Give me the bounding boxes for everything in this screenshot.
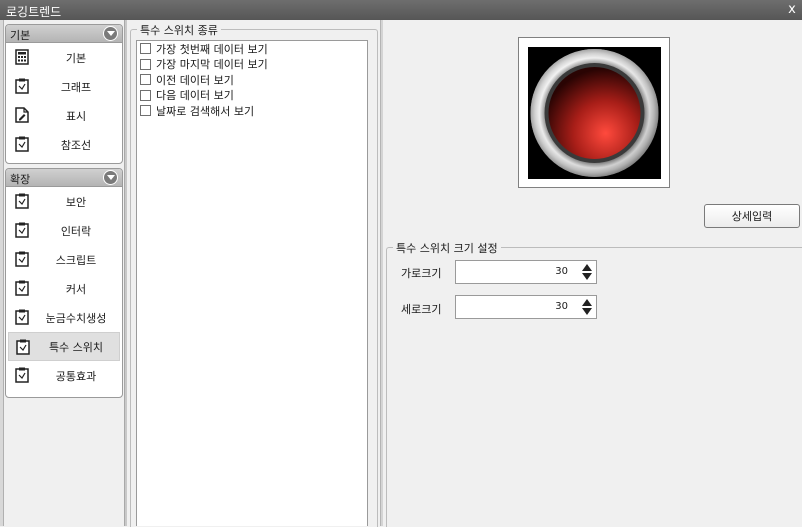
clipboard-icon [15, 251, 29, 267]
switch-type-list[interactable]: 가장 첫번째 데이터 보기 가장 마지막 데이터 보기 이전 데이터 보기 다음… [136, 40, 368, 526]
option-first-data[interactable]: 가장 첫번째 데이터 보기 [137, 41, 367, 57]
sidebar-item-basic[interactable]: 기본 [8, 43, 120, 72]
panel-splitter[interactable] [380, 20, 383, 526]
clipboard-icon [16, 339, 30, 355]
clipboard-icon [15, 136, 29, 152]
switch-size-legend: 특수 스위치 크기 설정 [393, 240, 501, 256]
sidebar-item-script[interactable]: 스크립트 [8, 245, 120, 274]
round-switch-button-icon [530, 49, 659, 177]
checkbox[interactable] [140, 58, 151, 70]
calculator-icon [15, 49, 29, 65]
clipboard-icon [15, 78, 29, 94]
sidebar-item-cursor[interactable]: 커서 [8, 274, 120, 303]
spin-up-icon[interactable] [581, 263, 593, 272]
checkbox[interactable] [140, 74, 151, 86]
sidebar-item-interlock[interactable]: 인터락 [8, 216, 120, 245]
option-last-data[interactable]: 가장 마지막 데이터 보기 [137, 57, 367, 73]
width-spinner[interactable]: 30 [455, 260, 597, 284]
checkbox[interactable] [140, 89, 151, 101]
sidebar-group-basic: 기본 기본 그래프 표시 참조선 [5, 24, 123, 164]
height-spinner[interactable]: 30 [455, 295, 597, 319]
spin-down-icon[interactable] [581, 307, 593, 316]
switch-type-legend: 특수 스위치 종류 [137, 22, 221, 38]
sidebar-item-graph[interactable]: 그래프 [8, 72, 120, 101]
height-value: 30 [555, 301, 568, 312]
sidebar-item-special-switch[interactable]: 특수 스위치 [8, 332, 120, 361]
width-label: 가로크기 [401, 267, 442, 280]
option-label: 다음 데이터 보기 [156, 89, 234, 103]
checkbox[interactable] [140, 105, 151, 117]
sidebar-item-label: 특수 스위치 [48, 340, 104, 354]
height-spin-buttons [581, 298, 593, 316]
switch-preview-canvas [528, 47, 661, 179]
option-label: 가장 마지막 데이터 보기 [156, 58, 268, 72]
sidebar-item-label: 참조선 [60, 138, 92, 152]
sidebar-group-title: 기본 [10, 29, 31, 42]
sidebar-group-header[interactable]: 기본 [6, 25, 122, 43]
spin-down-icon[interactable] [581, 272, 593, 281]
sidebar-item-common-effect[interactable]: 공통효과 [8, 361, 120, 390]
sidebar-item-label: 기본 [65, 51, 87, 65]
option-search-by-date[interactable]: 날짜로 검색해서 보기 [137, 103, 367, 119]
sidebar-item-label: 그래프 [60, 80, 92, 94]
option-label: 이전 데이터 보기 [156, 73, 234, 87]
option-next-data[interactable]: 다음 데이터 보기 [137, 88, 367, 104]
sidebar-item-display[interactable]: 표시 [8, 101, 120, 130]
sidebar-group-header[interactable]: 확장 [6, 169, 122, 187]
sidebar-item-reference-line[interactable]: 참조선 [8, 130, 120, 159]
switch-size-group: 특수 스위치 크기 설정 가로크기 30 세로크기 30 [386, 240, 802, 527]
close-button[interactable]: x [782, 0, 802, 20]
sidebar-item-label: 표시 [65, 109, 87, 123]
document-edit-icon [15, 107, 29, 123]
window-title-bar: 로깅트렌드 x [0, 0, 802, 20]
clipboard-icon [15, 309, 29, 325]
sidebar-item-security[interactable]: 보안 [8, 187, 120, 216]
spin-up-icon[interactable] [581, 298, 593, 307]
sidebar-group-extended: 확장 보안 인터락 스크립트 커서 눈금수치생성 특수 스위치 공통효과 [5, 168, 123, 398]
option-label: 날짜로 검색해서 보기 [156, 104, 255, 118]
sidebar-group-title: 확장 [10, 173, 31, 186]
sidebar-item-label: 커서 [65, 282, 87, 296]
detail-input-button[interactable]: 상세입력 [704, 204, 800, 228]
switch-preview [518, 37, 670, 188]
height-label: 세로크기 [401, 303, 442, 316]
width-value: 30 [555, 266, 568, 277]
sidebar-item-label: 눈금수치생성 [45, 311, 107, 325]
collapse-icon[interactable] [103, 170, 118, 185]
checkbox[interactable] [140, 43, 151, 55]
collapse-icon[interactable] [103, 26, 118, 41]
clipboard-icon [15, 280, 29, 296]
clipboard-icon [15, 222, 29, 238]
sidebar-item-label: 스크립트 [55, 253, 97, 267]
sidebar-item-label: 보안 [65, 195, 87, 209]
clipboard-icon [15, 193, 29, 209]
clipboard-icon [15, 367, 29, 383]
sidebar-item-label: 공통효과 [55, 369, 97, 383]
option-previous-data[interactable]: 이전 데이터 보기 [137, 72, 367, 88]
sidebar-item-scale-values[interactable]: 눈금수치생성 [8, 303, 120, 332]
width-spin-buttons [581, 263, 593, 281]
sidebar-item-label: 인터락 [60, 224, 92, 238]
window-left-border [0, 20, 4, 526]
option-label: 가장 첫번째 데이터 보기 [156, 42, 268, 56]
panel-splitter[interactable] [124, 20, 127, 526]
window-title: 로깅트렌드 [6, 5, 62, 19]
